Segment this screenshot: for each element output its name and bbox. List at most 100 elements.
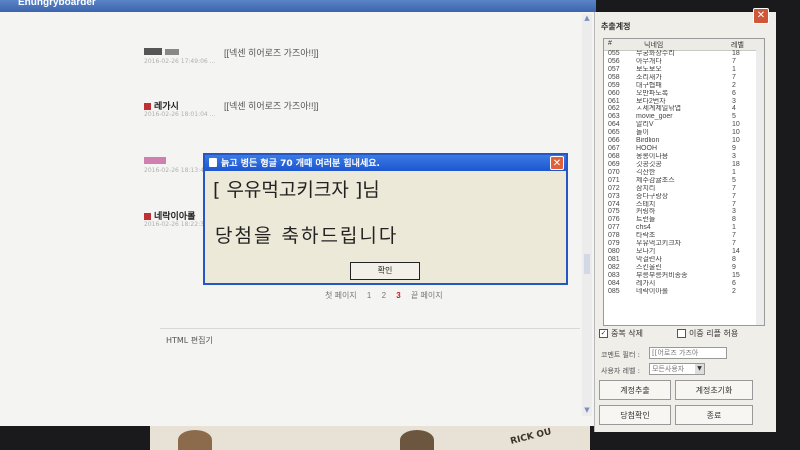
list-item[interactable]: 066 Birdlion 10: [604, 137, 764, 145]
list-item[interactable]: 073 승다구랑장 7: [604, 193, 764, 201]
scroll-down-icon[interactable]: ▼: [583, 406, 591, 414]
row-number: 074: [608, 200, 620, 208]
board-scrollbar[interactable]: ▲ ▼: [582, 14, 592, 416]
reset-accounts-button[interactable]: 계정초기화: [675, 380, 753, 400]
list-item[interactable]: 055 무궁화장수리 18: [604, 50, 764, 58]
row-nickname: 레가시: [636, 279, 656, 287]
chevron-down-icon[interactable]: ▼: [695, 364, 704, 374]
list-item[interactable]: 060 오만파도록 6: [604, 90, 764, 98]
list-item[interactable]: 069 깃콩깃콩 18: [604, 161, 764, 169]
post-meta: 2016-02-26 17:49:06 ...: [144, 58, 216, 65]
row-level: 7: [732, 184, 736, 192]
row-level: 6: [732, 89, 736, 97]
extract-accounts-button[interactable]: 계정추출: [599, 380, 671, 400]
page-link[interactable]: 1: [367, 291, 371, 300]
post-nick[interactable]: [144, 46, 179, 56]
list-item[interactable]: 064 알리V 10: [604, 121, 764, 129]
list-item[interactable]: 058 소리새가 7: [604, 74, 764, 82]
row-number: 058: [608, 73, 620, 81]
row-level: 1: [732, 224, 736, 232]
winner-dialog: 늙고 병든 형글 70 개때 여러분 힘내세요. ✕ [ 우유먹고키크자 ]님 …: [203, 153, 568, 285]
row-level: 3: [732, 152, 736, 160]
first-page-link[interactable]: 첫 페이지: [325, 291, 357, 300]
level-select[interactable]: 모든사용자 ▼: [649, 363, 705, 375]
list-item[interactable]: 081 막걸련사 8: [604, 256, 764, 264]
row-level: 1: [732, 168, 736, 176]
winner-text: [ 우유먹고키크자 ]님: [213, 179, 380, 201]
row-number: 055: [608, 50, 620, 57]
list-item[interactable]: 075 커링하 3: [604, 208, 764, 216]
list-item[interactable]: 056 아무개다 7: [604, 58, 764, 66]
list-item[interactable]: 065 놀이 10: [604, 129, 764, 137]
column-number[interactable]: #: [608, 40, 612, 47]
duplicate-reply-checkbox[interactable]: 이중 리플 허용: [677, 328, 738, 339]
list-item[interactable]: 061 보다2번차 3: [604, 98, 764, 106]
row-nickname: 아무개다: [636, 57, 662, 65]
current-page[interactable]: 3: [396, 291, 400, 300]
list-item[interactable]: 084 레가시 6: [604, 280, 764, 288]
last-page-link[interactable]: 끝 페이지: [411, 291, 443, 300]
list-item[interactable]: 076 트런들 8: [604, 216, 764, 224]
list-item[interactable]: 085 네락이아롤 2: [604, 288, 764, 296]
row-number: 064: [608, 121, 620, 129]
list-scrollbar[interactable]: [756, 50, 764, 325]
list-item[interactable]: 057 보노보오 1: [604, 66, 764, 74]
row-level: 8: [732, 216, 736, 224]
list-item[interactable]: 071 제주감귤초스 5: [604, 177, 764, 185]
row-number: 062: [608, 105, 620, 113]
filter-input[interactable]: [[어로즈 가즈아: [649, 347, 727, 359]
nick-image-icon: [165, 48, 179, 55]
scroll-thumb[interactable]: [584, 254, 590, 274]
sticker-graphic: [178, 430, 212, 450]
row-level: 9: [732, 263, 736, 271]
account-list[interactable]: # 닉네임 레벨 055 무궁화장수리 18 056 아무개다 7 057 보노보오 1 058 소…: [603, 38, 765, 326]
row-number: 079: [608, 240, 620, 248]
close-icon[interactable]: ✕: [753, 8, 769, 24]
row-nickname: 스킨울린: [636, 263, 662, 271]
post-comment: [[넥센 히어로즈 가즈아!!]]: [224, 101, 319, 111]
row-number: 084: [608, 279, 620, 287]
board-titlebar: Ehungryboarder: [0, 0, 596, 12]
list-item[interactable]: 082 스킨울린 9: [604, 264, 764, 272]
page-link[interactable]: 2: [382, 291, 386, 300]
list-item[interactable]: 067 HOOH 9: [604, 145, 764, 153]
exit-button[interactable]: 종료: [675, 405, 753, 425]
list-item[interactable]: 072 삼치리 7: [604, 185, 764, 193]
list-item[interactable]: 083 부릉부릉커비송송 15: [604, 272, 764, 280]
row-nickname: ㅅ세계제일낚엽: [636, 105, 682, 113]
row-level: 7: [732, 232, 736, 240]
checkbox-icon: [677, 329, 686, 338]
row-number: 085: [608, 287, 620, 295]
row-number: 069: [608, 160, 620, 168]
dedupe-checkbox[interactable]: ✓ 중복 삭제: [599, 328, 643, 339]
list-item[interactable]: 078 타락조 7: [604, 232, 764, 240]
row-number: 067: [608, 145, 620, 153]
post-nick[interactable]: [144, 155, 169, 165]
ok-button[interactable]: 확인: [350, 262, 420, 280]
row-number: 080: [608, 248, 620, 256]
row-number: 081: [608, 255, 620, 263]
list-item[interactable]: 068 몽롱이나용 3: [604, 153, 764, 161]
row-number: 082: [608, 263, 620, 271]
confirm-winner-button[interactable]: 당첨확인: [599, 405, 671, 425]
list-item[interactable]: 080 모나기 14: [604, 248, 764, 256]
row-level: 10: [732, 137, 740, 145]
column-nickname[interactable]: 닉네임: [644, 40, 663, 50]
list-item[interactable]: 077 chs4 1: [604, 224, 764, 232]
list-item[interactable]: 062 ㅅ세계제일낚엽 4: [604, 105, 764, 113]
pagination: 첫 페이지 1 2 3 끝 페이지: [325, 290, 451, 301]
list-item[interactable]: 079 우유먹고키크자 7: [604, 240, 764, 248]
list-item[interactable]: 059 대구협패 2: [604, 82, 764, 90]
filter-label: 코멘트 필터 :: [601, 351, 641, 359]
scroll-up-icon[interactable]: ▲: [583, 14, 591, 22]
row-level: 3: [732, 208, 736, 216]
list-item[interactable]: 074 스테치 7: [604, 201, 764, 209]
row-level: 1: [732, 65, 736, 73]
close-icon[interactable]: ✕: [550, 156, 564, 170]
list-item[interactable]: 070 긱잔한 1: [604, 169, 764, 177]
post-meta: 2016-02-26 18:01:04 ...: [144, 111, 216, 118]
row-level: 7: [732, 240, 736, 248]
row-nickname: 승다구랑장: [636, 192, 669, 200]
list-item[interactable]: 063 movie_goer 5: [604, 113, 764, 121]
column-level[interactable]: 레벨: [731, 40, 744, 50]
